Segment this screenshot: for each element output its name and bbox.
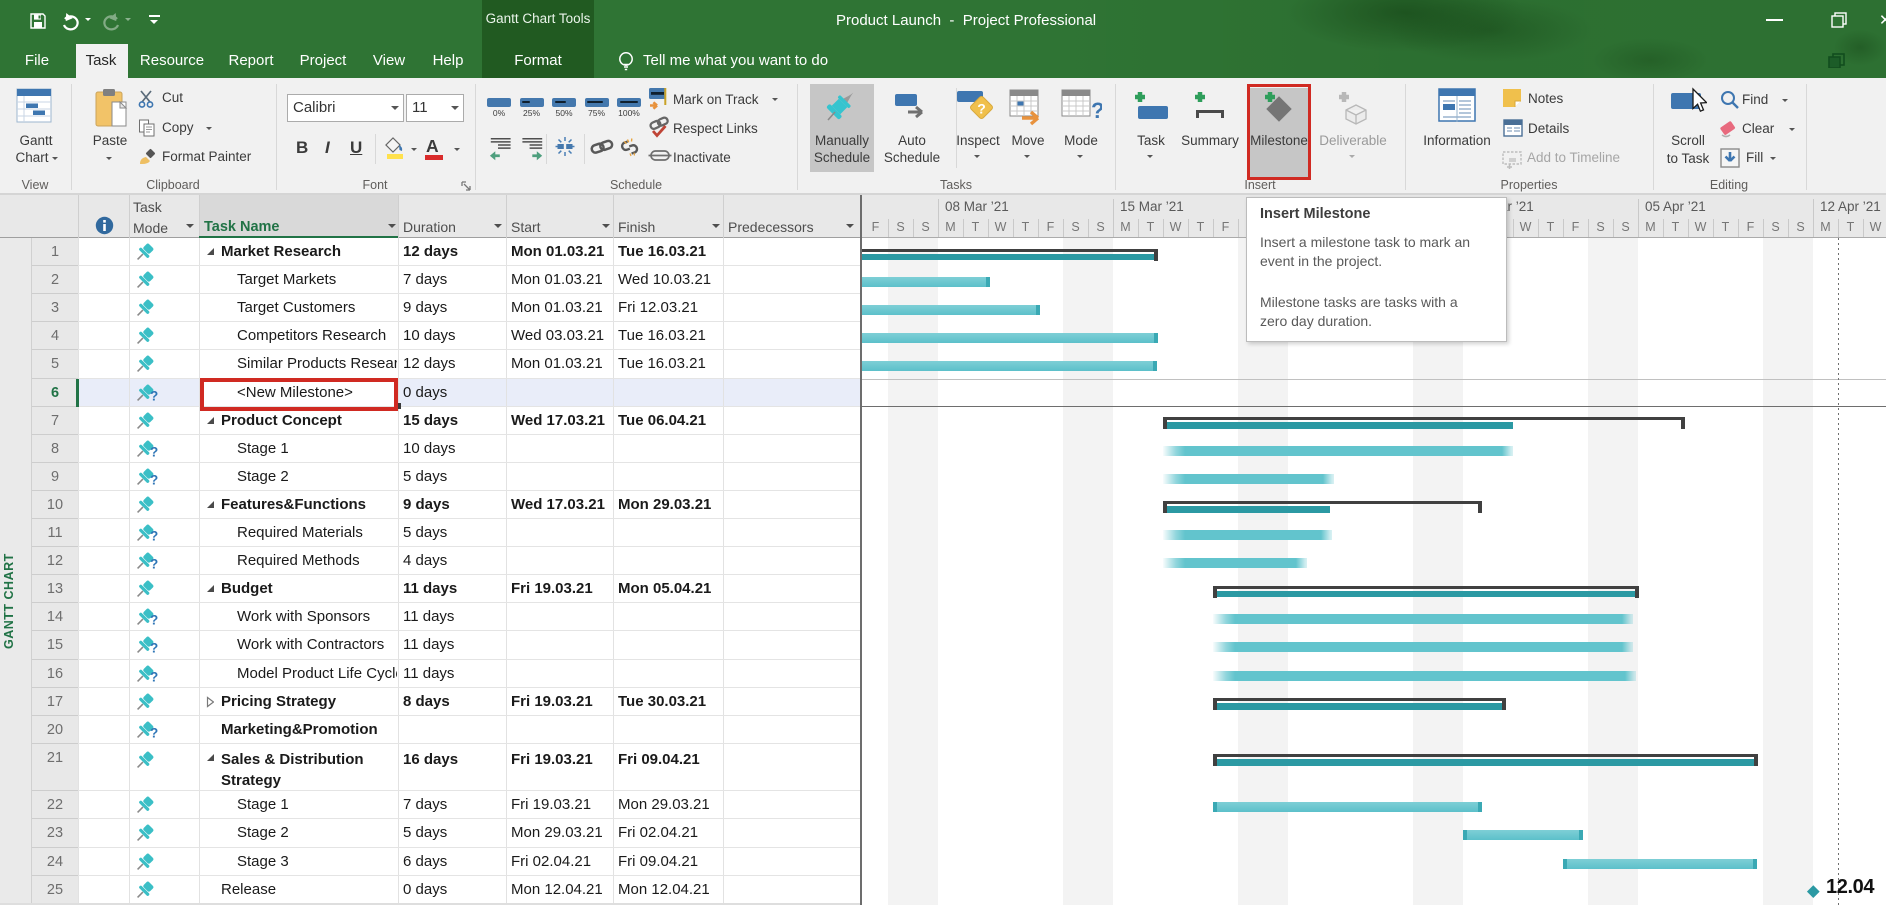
svg-text:?: ? bbox=[150, 725, 158, 740]
svg-text:?: ? bbox=[150, 669, 158, 684]
svg-text:?: ? bbox=[150, 557, 158, 572]
svg-text:?: ? bbox=[150, 529, 158, 544]
svg-text:?: ? bbox=[150, 613, 158, 628]
svg-text:?: ? bbox=[150, 472, 158, 487]
svg-text:?: ? bbox=[150, 641, 158, 656]
svg-text:?: ? bbox=[150, 388, 158, 403]
svg-text:?: ? bbox=[977, 101, 986, 117]
svg-text:?: ? bbox=[1091, 98, 1102, 123]
svg-text:?: ? bbox=[150, 444, 158, 459]
